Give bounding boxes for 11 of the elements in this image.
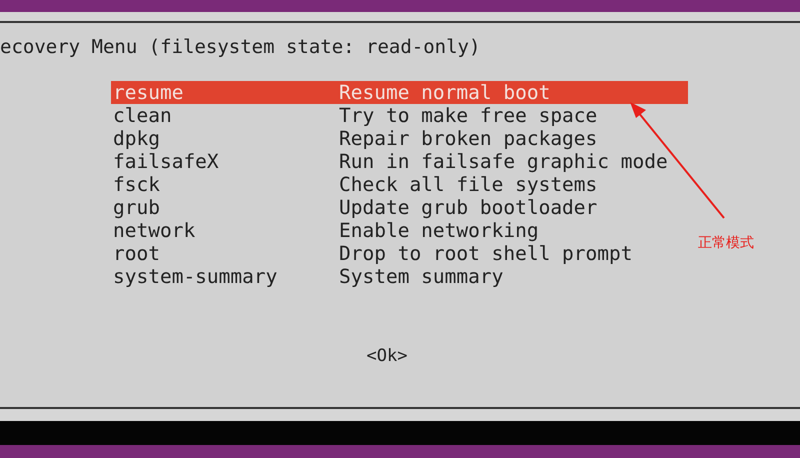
menu-item[interactable]: grub Update grub bootloader bbox=[111, 196, 688, 219]
menu-item[interactable]: system-summary System summary bbox=[111, 265, 688, 288]
menu-item[interactable]: root Drop to root shell prompt bbox=[111, 242, 688, 265]
ok-button[interactable]: <Ok> bbox=[364, 346, 410, 366]
menu-item[interactable]: network Enable networking bbox=[111, 219, 688, 242]
dialog-title: ecovery Menu (filesystem state: read-only) bbox=[0, 36, 482, 59]
menu-item[interactable]: fsck Check all file systems bbox=[111, 173, 688, 196]
menu-item[interactable]: dpkg Repair broken packages bbox=[111, 127, 688, 150]
menu-item[interactable]: failsafeX Run in failsafe graphic mode bbox=[111, 150, 688, 173]
menu-item[interactable]: clean Try to make free space bbox=[111, 104, 688, 127]
annotation-label: 正常模式 bbox=[698, 234, 754, 252]
